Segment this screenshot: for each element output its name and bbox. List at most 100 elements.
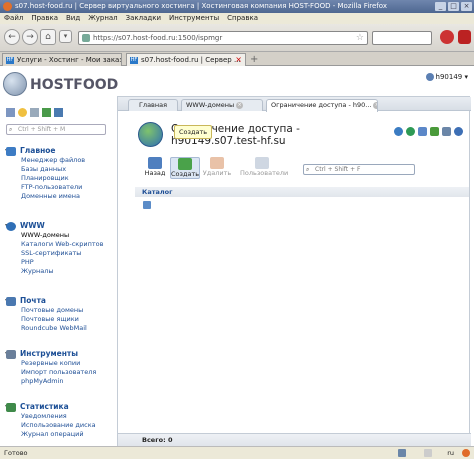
firefox-icon [3, 2, 12, 11]
new-tab-button[interactable]: + [250, 54, 258, 65]
close-button[interactable]: × [461, 2, 472, 11]
menu-help[interactable]: Справка [223, 13, 262, 24]
sidebar-item-logs[interactable]: Журналы [6, 267, 110, 276]
menu-edit[interactable]: Правка [27, 13, 62, 24]
sidebar-item-backups[interactable]: Резервные копии [6, 359, 110, 368]
sidebar-item-databases[interactable]: Базы данных [6, 165, 110, 174]
download-icon[interactable] [398, 449, 406, 457]
sidebar-item-mail-domains[interactable]: Почтовые домены [6, 306, 110, 315]
url-text: https://s07.host-food.ru:1500/ispmgr [93, 34, 223, 42]
section-tools: ▾Инструменты Резервные копии Импорт поль… [5, 349, 110, 386]
close-tab-icon[interactable]: × [236, 101, 244, 109]
browser-tab[interactable]: HF Услуги - Хостинг - Мои заказ... [2, 53, 122, 66]
web-icon[interactable] [406, 127, 415, 136]
abp-icon[interactable] [458, 30, 471, 44]
delete-button[interactable]: Удалить [202, 157, 232, 179]
sidebar-item-domain-names[interactable]: Доменные имена [6, 192, 110, 201]
chart-icon [6, 403, 16, 412]
menu-view[interactable]: Вид [62, 13, 84, 24]
column-header-catalog[interactable]: Каталог [135, 187, 469, 197]
maximize-button[interactable]: □ [448, 2, 459, 11]
export-icon[interactable] [430, 127, 439, 136]
list-footer: Всего: 0 [118, 433, 471, 447]
expand-all-icon[interactable] [42, 108, 51, 117]
main-panel: Главная WWW-домены × Ограничение доступа … [117, 96, 471, 447]
window-title: s07.host-food.ru | Сервер виртуального х… [15, 2, 387, 10]
sidebar-item-php[interactable]: PHP [6, 258, 110, 267]
menu-history[interactable]: Журнал [84, 13, 121, 24]
menu-tools[interactable]: Инструменты [165, 13, 223, 24]
grid-icon[interactable] [6, 108, 15, 117]
browser-tab-active[interactable]: HF s07.host-food.ru | Сервер ... × [126, 53, 246, 66]
folder-up-icon[interactable] [143, 201, 151, 209]
window-icon[interactable] [418, 127, 427, 136]
url-bar[interactable]: https://s07.host-food.ru:1500/ispmgr ☆ [78, 31, 368, 45]
sidebar-item-file-manager[interactable]: Менеджер файлов [6, 156, 110, 165]
status-bar: Готово ru [0, 446, 474, 459]
section-header[interactable]: ▾Инструменты [5, 349, 110, 359]
sidebar-item-mailboxes[interactable]: Почтовые ящики [6, 315, 110, 324]
refresh-icon[interactable] [394, 127, 403, 136]
section-header[interactable]: ▾Главное [5, 146, 110, 156]
sidebar-item-webmail[interactable]: Roundcube WebMail [6, 324, 110, 333]
layout-icon[interactable] [30, 108, 39, 117]
hostfood-favicon: HF [6, 57, 14, 64]
sidebar-item-phpmyadmin[interactable]: phpMyAdmin [6, 377, 110, 386]
language-indicator[interactable]: ru [447, 447, 454, 459]
back-button[interactable]: Назад [140, 157, 170, 179]
sidebar-item-web-script-dirs[interactable]: Каталоги Web-скриптов [6, 240, 110, 249]
minimize-button[interactable]: _ [435, 2, 446, 11]
addon-status-icon[interactable] [462, 449, 470, 457]
star-icon[interactable] [18, 108, 27, 117]
mail-icon [6, 297, 16, 306]
sidebar-item-notifications[interactable]: Уведомления [6, 412, 110, 421]
menu-file[interactable]: Файл [0, 13, 27, 24]
close-tab-icon[interactable]: × [373, 101, 377, 109]
logo: HOSTFOOD [3, 72, 118, 98]
forward-button[interactable]: → [22, 29, 38, 45]
dropdown-icon[interactable]: ▾ [59, 30, 72, 43]
sidebar-item-operation-log[interactable]: Журнал операций [6, 430, 110, 439]
section-header[interactable]: ▾WWW [5, 221, 110, 231]
help-icon[interactable] [454, 127, 463, 136]
close-tab-icon[interactable]: × [235, 54, 242, 66]
tab-home[interactable]: Главная [128, 99, 178, 111]
total-count: Всего: 0 [142, 436, 173, 444]
tab-access-restriction[interactable]: Ограничение доступа - h90...× [266, 99, 378, 112]
user-icon [425, 73, 434, 81]
logo-text: HOSTFOOD [30, 77, 119, 93]
sidebar-item-disk-usage[interactable]: Использование диска [6, 421, 110, 430]
security-icon[interactable] [424, 449, 432, 457]
sidebar-search-input[interactable]: ⌕ Ctrl + Shift + M [6, 124, 106, 135]
menu-bookmarks[interactable]: Закладки [122, 13, 165, 24]
tab-www-domains[interactable]: WWW-домены × [181, 99, 263, 111]
tools-icon [6, 350, 16, 359]
users-icon [255, 157, 269, 169]
sidebar-item-ssl[interactable]: SSL-сертификаты [6, 249, 110, 258]
back-button[interactable]: ← [4, 29, 20, 45]
section-header[interactable]: ▾Статистика [5, 402, 110, 412]
sidebar-item-ftp-users[interactable]: FTP-пользователи [6, 183, 110, 192]
addon-icon[interactable] [440, 30, 454, 44]
site-identity-icon[interactable] [82, 34, 90, 42]
bookmark-star-icon[interactable]: ☆ [356, 32, 364, 44]
arrow-left-icon [148, 157, 162, 169]
section-mail: ▾Почта Почтовые домены Почтовые ящики Ro… [5, 296, 110, 333]
section-header[interactable]: ▾Почта [5, 296, 110, 306]
web-search-box[interactable] [372, 31, 432, 45]
status-text: Готово [4, 449, 28, 457]
home-icon [6, 147, 16, 156]
search-icon: ⌕ [9, 126, 13, 133]
collapse-all-icon[interactable] [54, 108, 63, 117]
sidebar-item-www-domains[interactable]: WWW-домены [6, 231, 110, 240]
sidebar-item-scheduler[interactable]: Планировщик [6, 174, 110, 183]
plus-icon [178, 158, 192, 170]
sidebar-item-import-user[interactable]: Импорт пользователя [6, 368, 110, 377]
user-menu[interactable]: h90149 ▾ [425, 73, 468, 81]
home-button[interactable]: ⌂ [40, 29, 56, 45]
list-search-input[interactable]: ⌕ Ctrl + Shift + F [303, 164, 415, 175]
print-icon[interactable] [442, 127, 451, 136]
search-icon: ⌕ [306, 166, 310, 173]
users-button[interactable]: Пользователи [240, 157, 288, 179]
create-button[interactable]: Создать [170, 157, 200, 179]
